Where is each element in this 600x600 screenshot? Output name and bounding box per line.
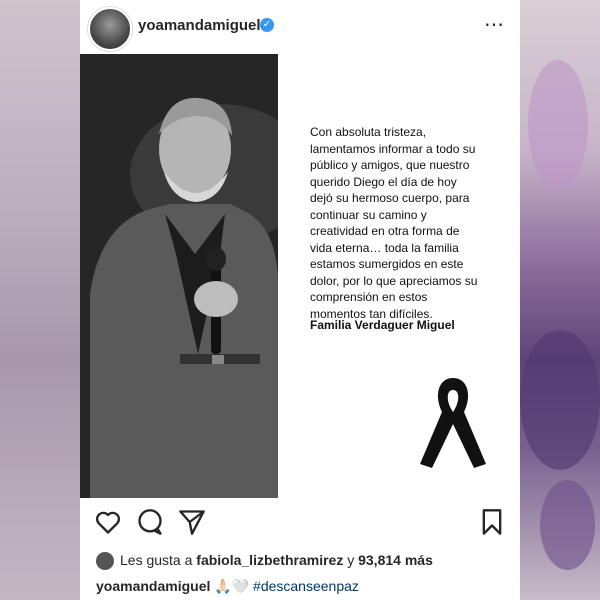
share-icon[interactable] xyxy=(178,508,206,536)
caption-emojis: 🙏🏻🤍 xyxy=(214,578,250,594)
singer-photo xyxy=(80,54,310,498)
liker-avatar[interactable] xyxy=(96,552,114,571)
caption-line: yoamandamiguel 🙏🏻🤍 #descanseenpaz xyxy=(96,578,359,595)
likes-prefix: Les gusta a xyxy=(120,552,193,568)
likes-suffix[interactable]: más xyxy=(405,552,433,568)
tribute-message: Con absoluta tristeza, lamentamos inform… xyxy=(310,125,478,321)
background-right-flowers xyxy=(520,0,600,600)
heart-icon[interactable] xyxy=(94,508,122,536)
likes-line: Les gusta a fabiola_lizbethramirez y 93,… xyxy=(96,552,433,571)
post-photo xyxy=(80,54,310,498)
caption-hashtag[interactable]: #descanseenpaz xyxy=(253,578,359,594)
post-image[interactable]: Con absoluta tristeza, lamentamos inform… xyxy=(80,54,520,500)
post-header: yoamandamiguel ✓ ⋯ xyxy=(80,0,520,54)
instagram-post-card: yoamandamiguel ✓ ⋯ Con absoluta tristeza… xyxy=(80,0,520,600)
bookmark-icon[interactable] xyxy=(478,508,506,536)
verified-badge-icon: ✓ xyxy=(260,18,274,32)
post-username[interactable]: yoamandamiguel xyxy=(138,17,261,34)
caption-username[interactable]: yoamandamiguel xyxy=(96,578,210,594)
more-options-icon[interactable]: ⋯ xyxy=(484,12,505,37)
comment-icon[interactable] xyxy=(136,508,164,536)
avatar[interactable] xyxy=(88,7,132,51)
likes-connector: y xyxy=(347,552,355,568)
tribute-signature: Familia Verdaguer Miguel xyxy=(310,318,455,332)
background-left-blur xyxy=(0,0,80,600)
likes-count[interactable]: 93,814 xyxy=(358,552,401,568)
post-actions-bar xyxy=(80,508,520,540)
mourning-ribbon-icon xyxy=(420,378,486,468)
likes-user[interactable]: fabiola_lizbethramirez xyxy=(196,552,343,568)
